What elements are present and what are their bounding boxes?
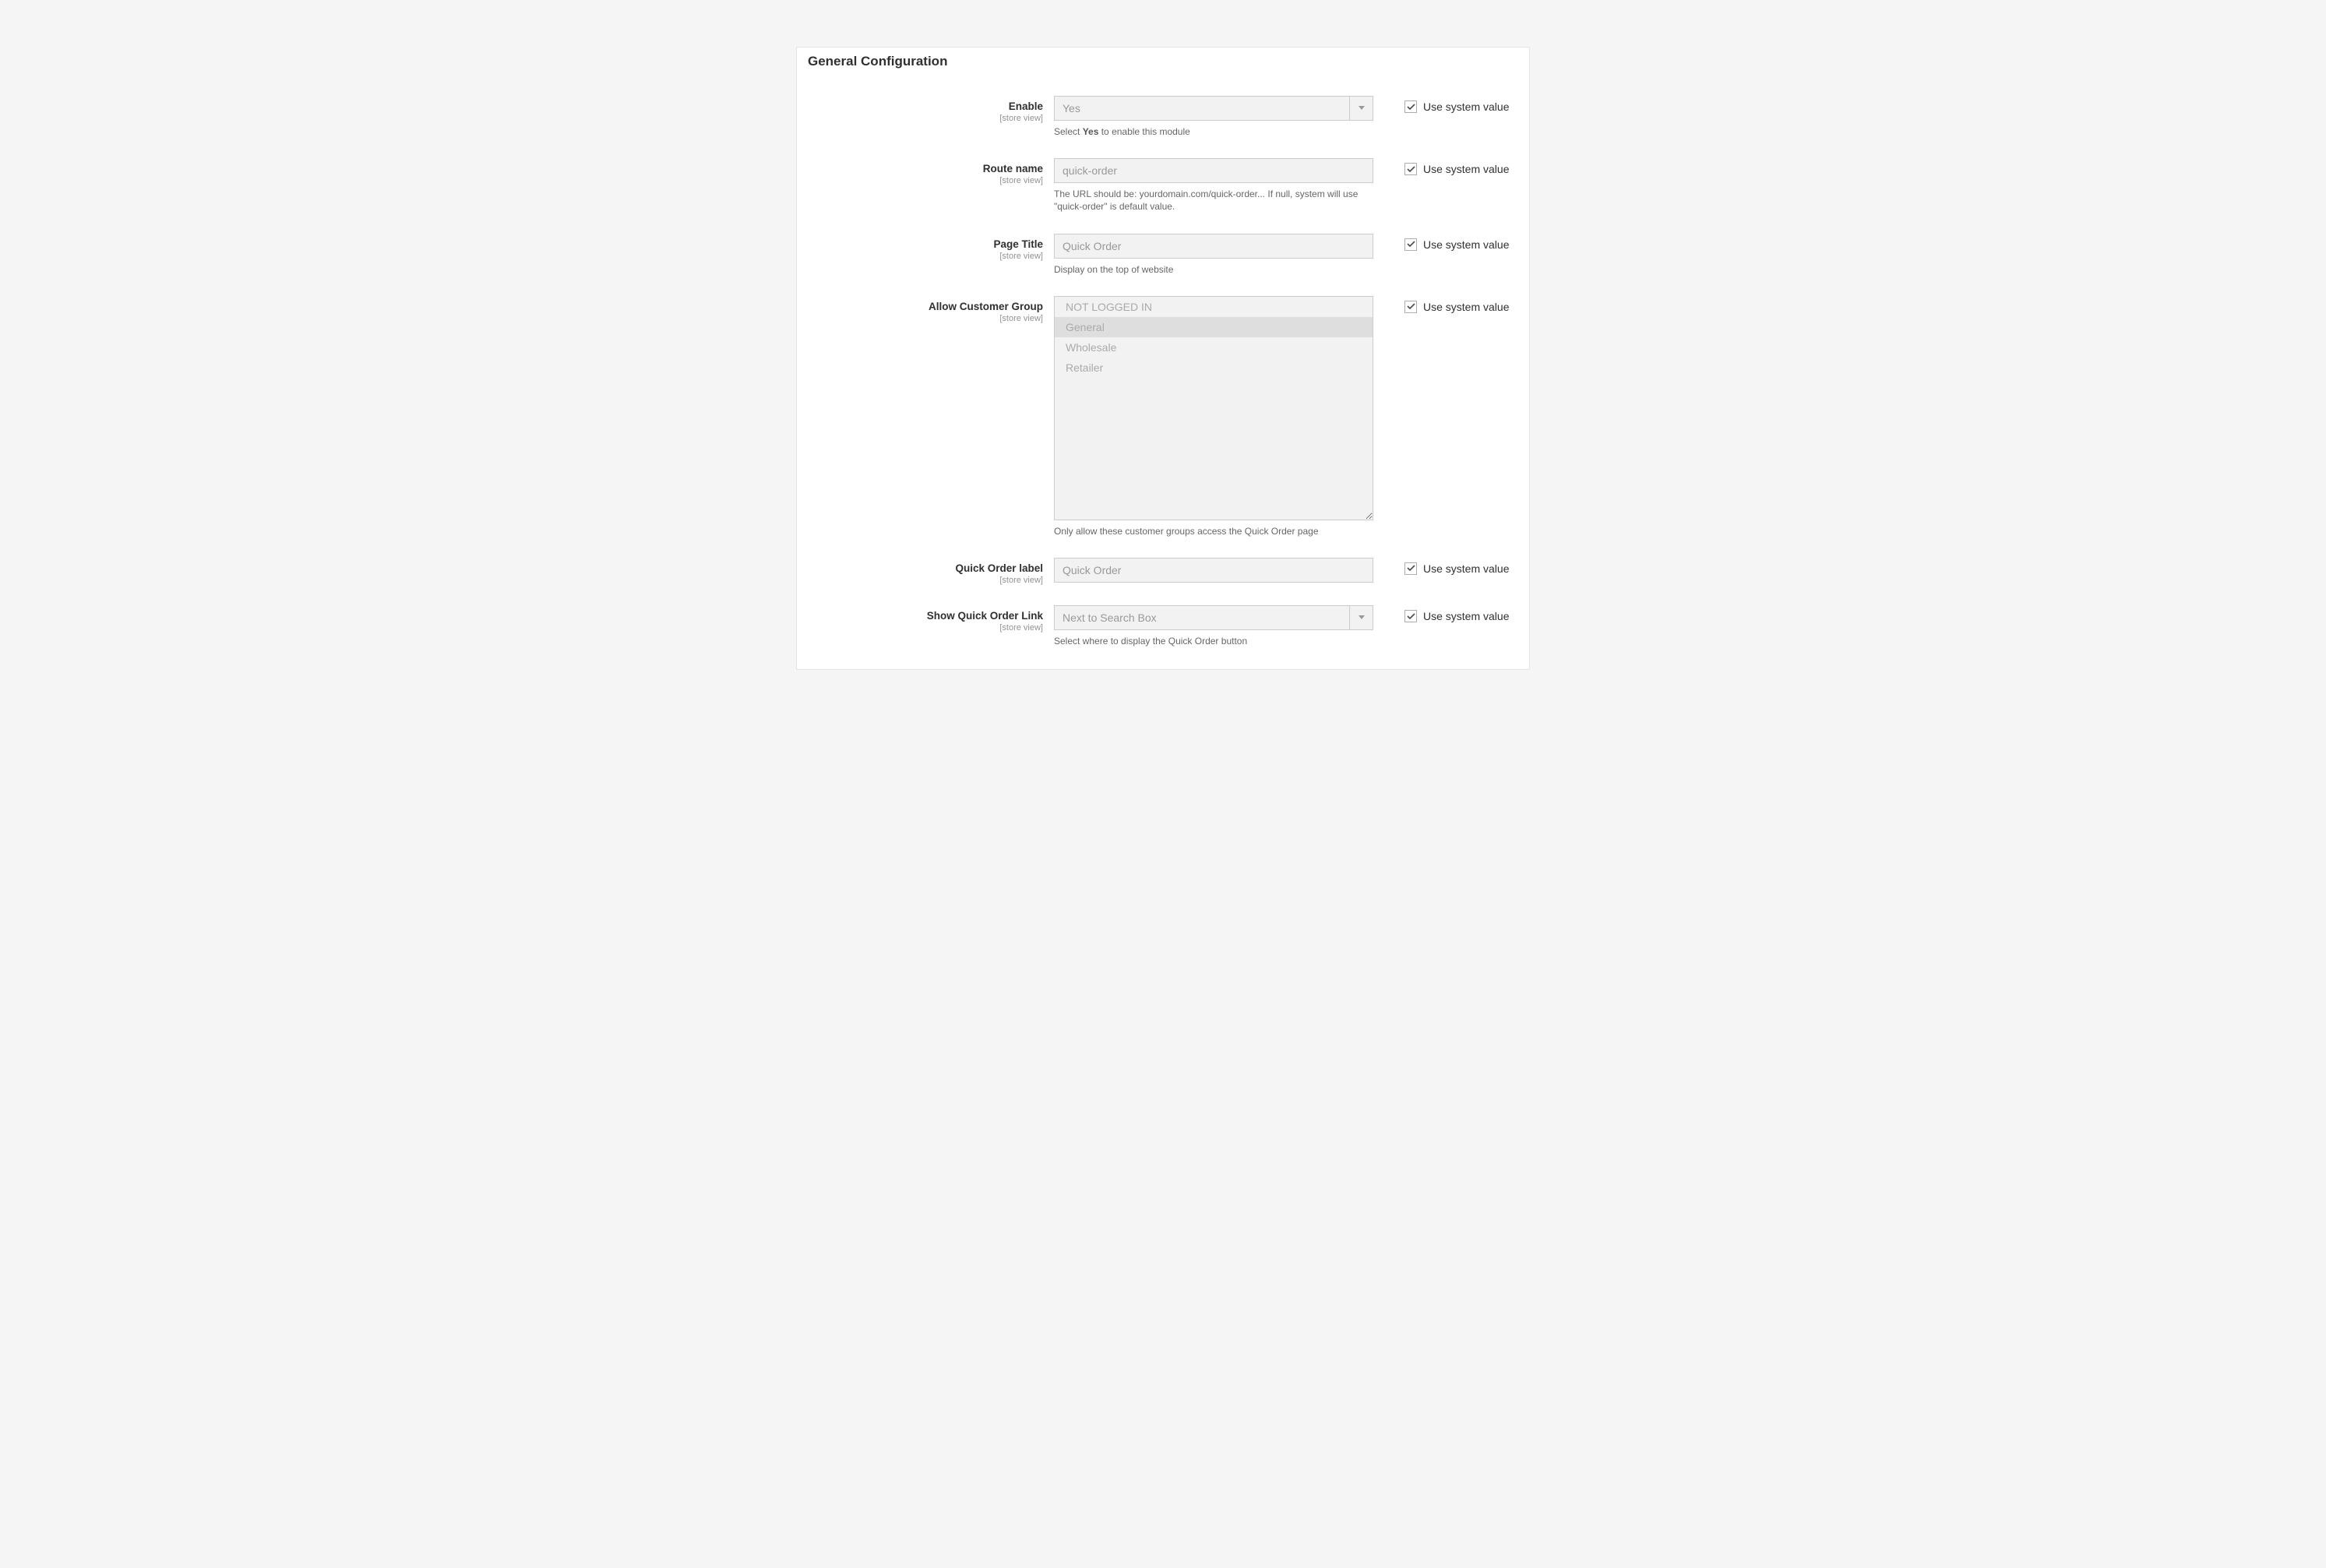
pagetitle-help: Display on the top of website (1054, 263, 1373, 276)
label-col: Show Quick Order Link [store view] (812, 605, 1054, 632)
group-option-not-logged-in[interactable]: NOT LOGGED IN (1055, 297, 1373, 317)
enable-select-value: Yes (1055, 97, 1349, 120)
route-system-col: Use system value (1373, 158, 1514, 175)
group-system-label: Use system value (1423, 301, 1509, 313)
pagetitle-system-label: Use system value (1423, 238, 1509, 251)
qol-system-col: Use system value (1373, 558, 1514, 575)
showlink-label: Show Quick Order Link (812, 610, 1043, 622)
chevron-down-icon (1349, 606, 1373, 629)
qol-label: Quick Order label (812, 562, 1043, 575)
pagetitle-label: Page Title (812, 238, 1043, 251)
route-input[interactable] (1054, 158, 1373, 183)
group-option-retailer[interactable]: Retailer (1055, 358, 1373, 378)
enable-label: Enable (812, 100, 1043, 113)
group-option-general[interactable]: General (1055, 317, 1373, 337)
enable-help: Select Yes to enable this module (1054, 125, 1373, 138)
input-col: Display on the top of website (1054, 234, 1373, 276)
showlink-select[interactable]: Next to Search Box (1054, 605, 1373, 630)
input-col: The URL should be: yourdomain.com/quick-… (1054, 158, 1373, 213)
label-col: Route name [store view] (812, 158, 1054, 185)
group-option-wholesale[interactable]: Wholesale (1055, 337, 1373, 358)
input-col: NOT LOGGED IN General Wholesale Retailer… (1054, 296, 1373, 537)
field-page-title: Page Title [store view] Display on the t… (797, 234, 1529, 296)
field-customer-group: Allow Customer Group [store view] NOT LO… (797, 296, 1529, 558)
qol-system-checkbox[interactable] (1404, 562, 1417, 575)
label-col: Enable [store view] (812, 96, 1054, 123)
field-route-name: Route name [store view] The URL should b… (797, 158, 1529, 233)
group-multiselect[interactable]: NOT LOGGED IN General Wholesale Retailer (1054, 296, 1373, 520)
qol-system-label: Use system value (1423, 562, 1509, 575)
route-system-checkbox[interactable] (1404, 163, 1417, 175)
qol-input[interactable] (1054, 558, 1373, 583)
showlink-scope: [store view] (812, 623, 1043, 632)
field-show-link: Show Quick Order Link [store view] Next … (797, 605, 1529, 655)
enable-select[interactable]: Yes (1054, 96, 1373, 121)
showlink-select-value: Next to Search Box (1055, 606, 1349, 629)
group-label: Allow Customer Group (812, 301, 1043, 313)
showlink-help: Select where to display the Quick Order … (1054, 635, 1373, 647)
route-system-label: Use system value (1423, 163, 1509, 175)
input-col: Next to Search Box Select where to displ… (1054, 605, 1373, 647)
pagetitle-system-checkbox[interactable] (1404, 238, 1417, 251)
group-scope: [store view] (812, 314, 1043, 323)
label-col: Quick Order label [store view] (812, 558, 1054, 585)
pagetitle-system-col: Use system value (1373, 234, 1514, 251)
input-col: Yes Select Yes to enable this module (1054, 96, 1373, 138)
group-system-checkbox[interactable] (1404, 301, 1417, 313)
group-system-col: Use system value (1373, 296, 1514, 313)
panel-header: General Configuration (797, 48, 1529, 74)
config-panel: General Configuration Enable [store view… (796, 47, 1530, 670)
enable-system-col: Use system value (1373, 96, 1514, 113)
enable-scope: [store view] (812, 114, 1043, 123)
input-col (1054, 558, 1373, 583)
label-col: Allow Customer Group [store view] (812, 296, 1054, 323)
pagetitle-input[interactable] (1054, 234, 1373, 259)
route-scope: [store view] (812, 176, 1043, 185)
field-quick-order-label: Quick Order label [store view] Use syste… (797, 558, 1529, 605)
group-help: Only allow these customer groups access … (1054, 525, 1373, 537)
showlink-system-label: Use system value (1423, 610, 1509, 622)
panel-body: Enable [store view] Yes Select Yes to en… (797, 74, 1529, 669)
qol-scope: [store view] (812, 576, 1043, 585)
showlink-system-col: Use system value (1373, 605, 1514, 622)
enable-system-checkbox[interactable] (1404, 100, 1417, 113)
route-label: Route name (812, 163, 1043, 175)
route-help: The URL should be: yourdomain.com/quick-… (1054, 188, 1373, 213)
field-enable: Enable [store view] Yes Select Yes to en… (797, 96, 1529, 158)
pagetitle-scope: [store view] (812, 252, 1043, 261)
label-col: Page Title [store view] (812, 234, 1054, 261)
section-title: General Configuration (808, 54, 1518, 69)
chevron-down-icon (1349, 97, 1373, 120)
showlink-system-checkbox[interactable] (1404, 610, 1417, 622)
enable-system-label: Use system value (1423, 100, 1509, 113)
